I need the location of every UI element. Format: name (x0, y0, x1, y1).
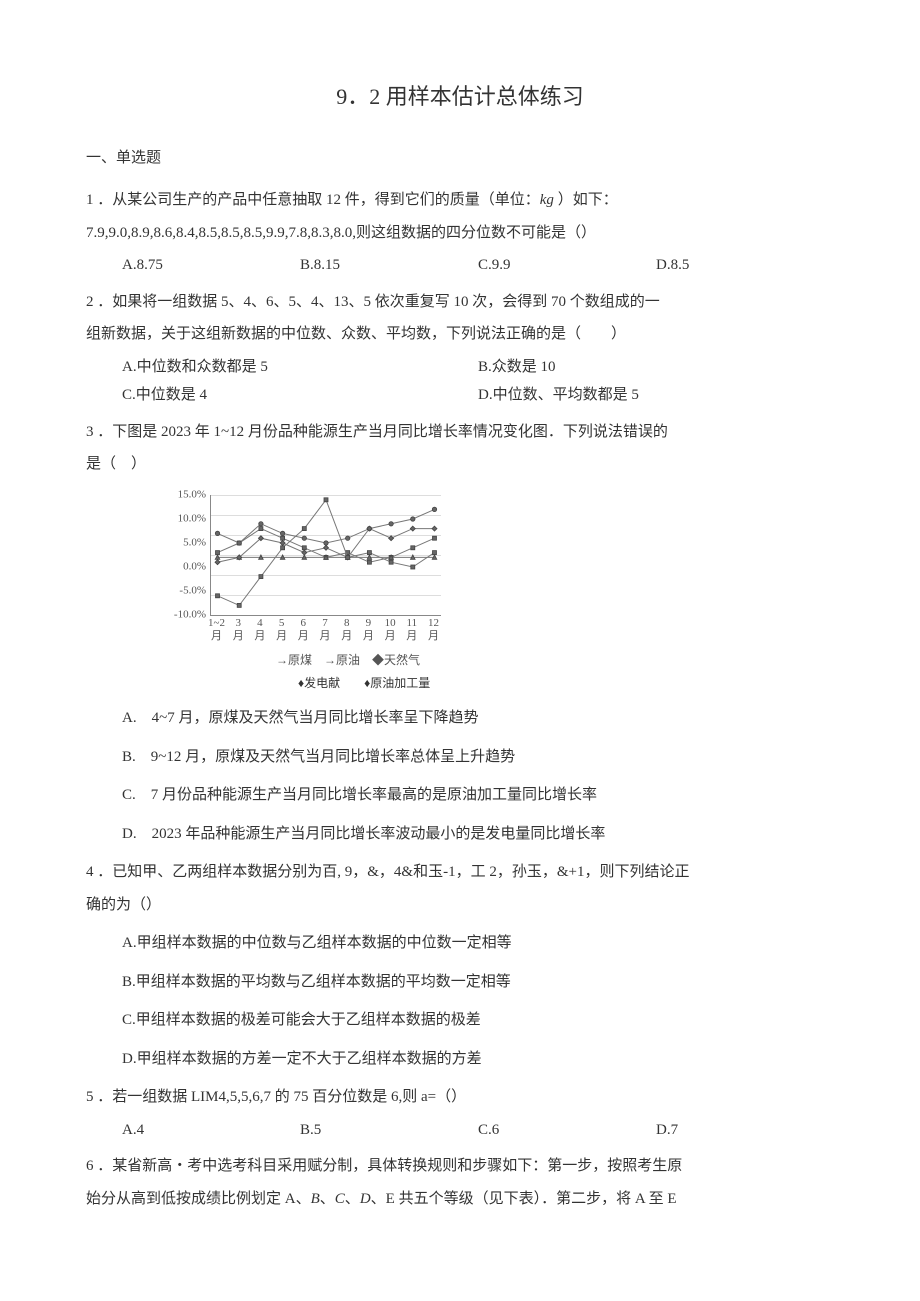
chart-plot-area (210, 495, 441, 616)
q3-opt-b: B. 9~12 月，原煤及天然气当月同比增长率总体呈上升趋势 (122, 743, 834, 772)
chart-y-ticks: 15.0%10.0%5.0%0.0%-5.0%-10.0% (162, 489, 206, 619)
q1-stem-a: 1 ．从某公司生产的产品中任意抽取 12 件，得到它们的质量（单位： (86, 192, 540, 208)
q2-opt-b: B.众数是 10 (478, 353, 834, 382)
chart-x-tick: 7月 (320, 617, 331, 643)
q2-opt-d: D.中位数、平均数都是 5 (478, 381, 834, 410)
q1-opt-d: D.8.5 (656, 251, 834, 280)
chart-x-tick: 8月 (341, 617, 352, 643)
q4-opt-b: B.甲组样本数据的平均数与乙组样本数据的平均数一定相等 (122, 968, 834, 997)
chart-x-tick: 5月 (276, 617, 287, 643)
q1-opt-c: C.9.9 (478, 251, 656, 280)
question-3: 3 ．下图是 2023 年 1~12 月份品种能源生产当月同比增长率情况变化图．… (86, 418, 834, 849)
question-6: 6 ．某省新高・考中选考科目采用赋分制，具体转换规则和步骤如下：第一步，按照考生… (86, 1152, 834, 1213)
chart-y-tick: 5.0% (183, 532, 206, 553)
q6-l2-f: D (360, 1191, 371, 1207)
chart-x-tick: 9月 (363, 617, 374, 643)
question-2: 2 ．如果将一组数据 5、4、6、5、4、13、5 依次重复写 10 次，会得到… (86, 288, 834, 410)
q5-options: A.4 B.5 C.6 D.7 (122, 1116, 834, 1145)
q6-line1: 6 ．某省新高・考中选考科目采用赋分制，具体转换规则和步骤如下：第一步，按照考生… (86, 1152, 834, 1181)
chart-x-tick: 6月 (298, 617, 309, 643)
section-heading-1: 一、单选题 (86, 144, 834, 173)
q5-opt-d: D.7 (656, 1116, 834, 1145)
q1-stem-b: ）如下： (554, 192, 618, 208)
q5-stem: 5 ．若一组数据 LIM4,5,5,6,7 的 75 百分位数是 6,则 a=（… (86, 1083, 834, 1112)
q1-opt-a: A.8.75 (122, 251, 300, 280)
q1-options: A.8.75 B.8.15 C.9.9 D.8.5 (122, 251, 834, 280)
chart-y-tick: -5.0% (179, 580, 206, 601)
q4-line1: 4 ．已知甲、乙两组样本数据分别为百, 9，&，4&和玉-1，工 2，孙玉，&+… (86, 858, 834, 887)
chart-x-tick: 11月 (406, 617, 417, 643)
q1-opt-b: B.8.15 (300, 251, 478, 280)
q3-opt-a: A. 4~7 月，原煤及天然气当月同比增长率呈下降趋势 (122, 704, 834, 733)
q6-line2: 始分从高到低按成绩比例划定 A、B、C、D、E 共五个等级（见下表）．第二步，将… (86, 1185, 834, 1214)
question-1: 1 ．从某公司生产的产品中任意抽取 12 件，得到它们的质量（单位：kg ）如下… (86, 186, 834, 280)
question-5: 5 ．若一组数据 LIM4,5,5,6,7 的 75 百分位数是 6,则 a=（… (86, 1083, 834, 1144)
q2-line1: 2 ．如果将一组数据 5、4、6、5、4、13、5 依次重复写 10 次，会得到… (86, 288, 834, 317)
q4-options: A.甲组样本数据的中位数与乙组样本数据的中位数一定相等 B.甲组样本数据的平均数… (122, 929, 834, 1073)
page: 9．2 用样本估计总体练习 一、单选题 1 ．从某公司生产的产品中任意抽取 12… (0, 0, 920, 1277)
q1-data-line: 7.9,9.0,8.9,8.6,8.4,8.5,8.5,8.5,9.9,7.8,… (86, 219, 834, 248)
q4-opt-a: A.甲组样本数据的中位数与乙组样本数据的中位数一定相等 (122, 929, 834, 958)
chart-y-tick: 15.0% (178, 484, 206, 505)
q6-l2-c: 、 (320, 1191, 335, 1207)
q3-options: A. 4~7 月，原煤及天然气当月同比增长率呈下降趋势 B. 9~12 月，原煤… (122, 704, 834, 848)
chart-x-tick: 4月 (254, 617, 265, 643)
q6-l2-a: 始分从高到低按成绩比例划定 A、 (86, 1191, 311, 1207)
q4-opt-d: D.甲组样本数据的方差一定不大于乙组样本数据的方差 (122, 1045, 834, 1074)
q4-opt-c: C.甲组样本数据的极差可能会大于乙组样本数据的极差 (122, 1006, 834, 1035)
chart-figure: 15.0%10.0%5.0%0.0%-5.0%-10.0% 1~2月3月4月5月… (162, 489, 462, 695)
q5-opt-c: C.6 (478, 1116, 656, 1145)
chart-box: 15.0%10.0%5.0%0.0%-5.0%-10.0% 1~2月3月4月5月… (162, 489, 452, 649)
q5-opt-a: A.4 (122, 1116, 300, 1145)
q4-line2: 确的为（） (86, 891, 834, 920)
q2-opt-c: C.中位数是 4 (122, 381, 478, 410)
chart-y-tick: 0.0% (183, 556, 206, 577)
chart-x-tick: 12月 (428, 617, 439, 643)
q6-l2-e: 、 (345, 1191, 360, 1207)
q3-line1: 3 ．下图是 2023 年 1~12 月份品种能源生产当月同比增长率情况变化图．… (86, 418, 834, 447)
q2-options: A.中位数和众数都是 5 B.众数是 10 C.中位数是 4 D.中位数、平均数… (122, 353, 834, 410)
q3-opt-d: D. 2023 年品种能源生产当月同比增长率波动最小的是发电量同比增长率 (122, 820, 834, 849)
chart-x-tick: 10月 (385, 617, 396, 643)
q6-l2-d: C (335, 1191, 345, 1207)
chart-x-ticks: 1~2月 3月 4月 5月 6月 7月 8月 9月 10月 11月 12月 (210, 617, 440, 649)
q3-line2: 是（ ） (86, 450, 834, 479)
question-4: 4 ．已知甲、乙两组样本数据分别为百, 9，&，4&和玉-1，工 2，孙玉，&+… (86, 858, 834, 1073)
chart-y-tick: 10.0% (178, 508, 206, 529)
chart-svg (211, 495, 441, 615)
q6-l2-g: 、E 共五个等级（见下表）．第二步，将 A 至 E (371, 1191, 677, 1207)
chart-x-tick: 1~2月 (208, 617, 225, 643)
chart-legend-2: ♦发电献 ♦原油加工量 (298, 672, 462, 695)
q2-line2: 组新数据，关于这组新数据的中位数、众数、平均数，下列说法正确的是（ ） (86, 320, 834, 349)
q3-opt-c: C. 7 月份品种能源生产当月同比增长率最高的是原油加工量同比增长率 (122, 781, 834, 810)
q2-opt-a: A.中位数和众数都是 5 (122, 353, 478, 382)
q1-unit: kg (540, 192, 554, 208)
chart-x-tick: 3月 (233, 617, 244, 643)
q5-opt-b: B.5 (300, 1116, 478, 1145)
chart-legend-1: →原煤 →原油 ◆天然气 (276, 649, 462, 672)
page-title: 9．2 用样本估计总体练习 (86, 76, 834, 118)
chart-y-tick: -10.0% (174, 604, 206, 625)
q6-l2-b: B (311, 1191, 320, 1207)
